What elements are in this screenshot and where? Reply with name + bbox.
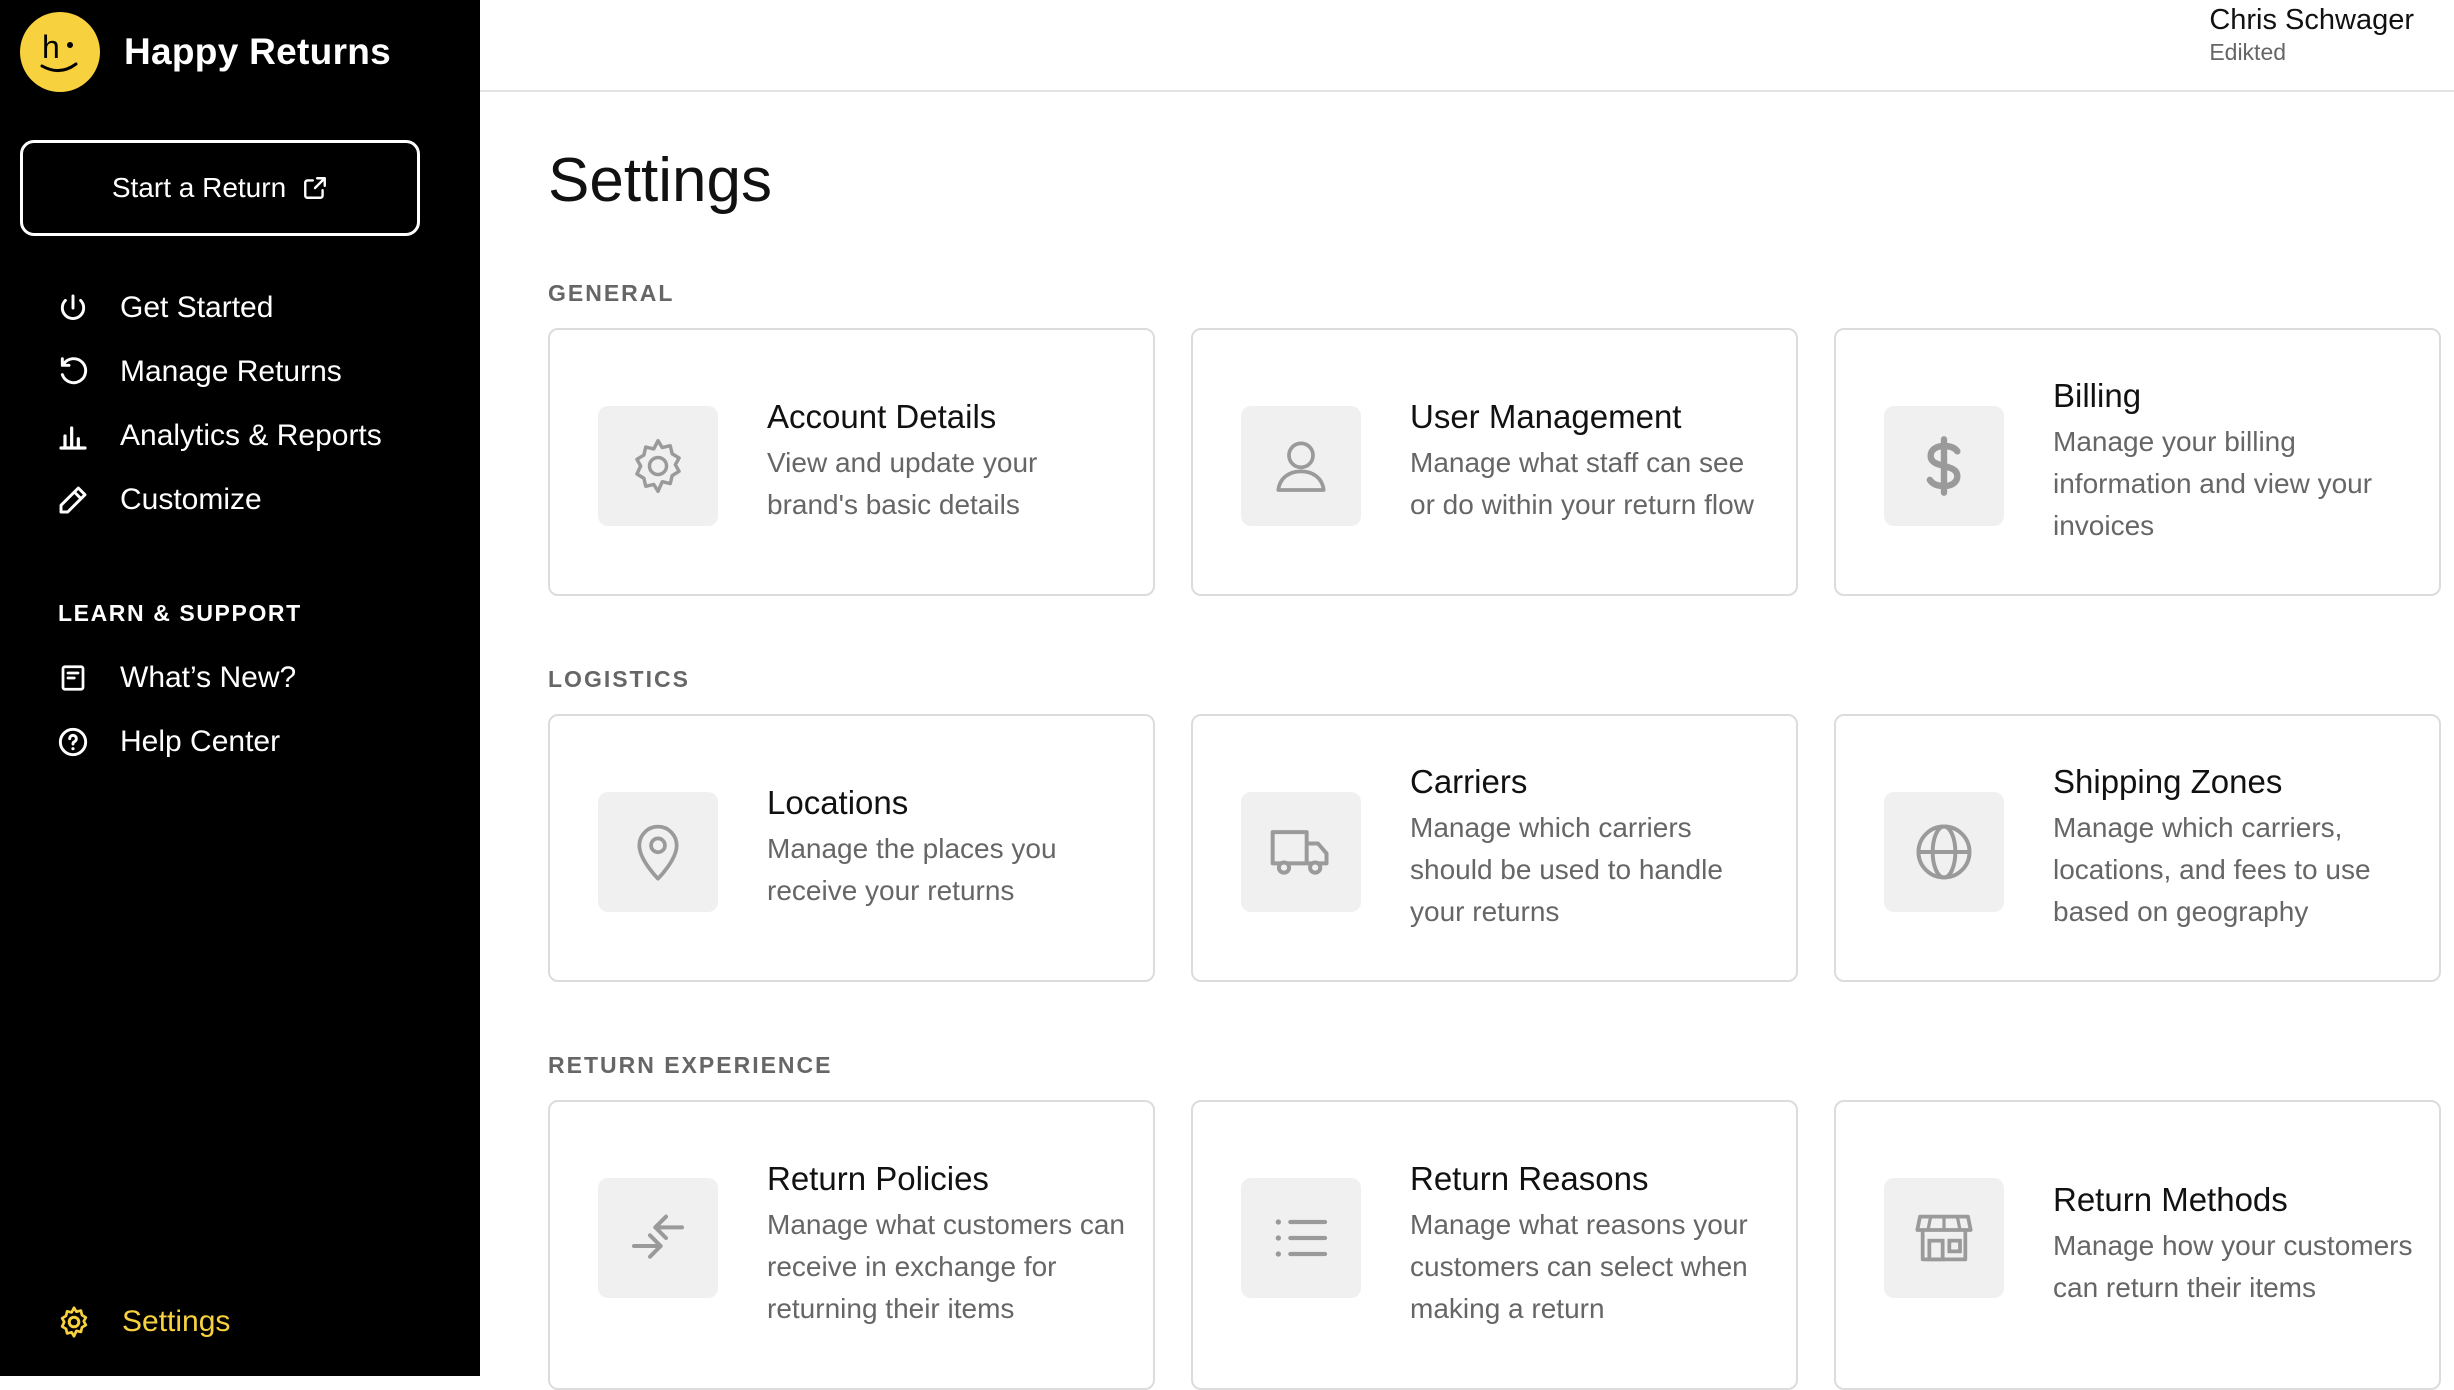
card-shipping-zones[interactable]: Shipping Zones Manage which carriers, lo…: [1834, 714, 2441, 982]
user-name: Chris Schwager: [2209, 4, 2414, 36]
card-description: Manage what reasons your customers can s…: [1410, 1209, 1748, 1324]
nav-item-get-started[interactable]: Get Started: [56, 276, 382, 340]
card-description: Manage your billing information and view…: [2053, 426, 2373, 541]
smiley-logo-icon: h: [40, 29, 78, 72]
card-description: Manage the places you receive your retur…: [767, 833, 1057, 906]
card-carriers[interactable]: Carriers Manage which carriers should be…: [1191, 714, 1798, 982]
card-text: Shipping Zones Manage which carriers, lo…: [2053, 716, 2419, 980]
sidebar: h Happy Returns Start a Return Get Start…: [0, 0, 480, 1376]
page-title: Settings: [548, 146, 773, 215]
truck-icon: [1241, 792, 1361, 912]
card-text: Billing Manage your billing information …: [2053, 330, 2419, 594]
nav-item-label: What’s New?: [120, 661, 297, 694]
card-title: User Management: [1410, 398, 1682, 435]
card-description: Manage what staff can see or do within y…: [1410, 447, 1754, 520]
card-title: Account Details: [767, 398, 997, 435]
card-description: Manage what customers can receive in exc…: [767, 1209, 1125, 1324]
nav-item-settings[interactable]: Settings: [56, 1304, 230, 1340]
section-title-general: GENERAL: [548, 280, 675, 306]
user-icon: [1241, 406, 1361, 526]
card-billing[interactable]: Billing Manage your billing information …: [1834, 328, 2441, 596]
top-bar: Chris Schwager Edikted: [480, 0, 2454, 92]
section-title-return-experience: RETURN EXPERIENCE: [548, 1052, 833, 1078]
card-text: Return Methods Manage how your customers…: [2053, 1102, 2419, 1388]
help-circle-icon: [56, 725, 90, 759]
card-text: Carriers Manage which carriers should be…: [1410, 716, 1776, 980]
nav-item-analytics-reports[interactable]: Analytics & Reports: [56, 404, 382, 468]
brand[interactable]: h Happy Returns: [20, 12, 391, 92]
card-return-methods[interactable]: Return Methods Manage how your customers…: [1834, 1100, 2441, 1390]
card-title: Shipping Zones: [2053, 763, 2283, 800]
card-text: Locations Manage the places you receive …: [767, 716, 1133, 980]
learn-support-heading: LEARN & SUPPORT: [58, 600, 302, 626]
nav-item-manage-returns[interactable]: Manage Returns: [56, 340, 382, 404]
svg-text:h: h: [42, 29, 60, 65]
card-text: Account Details View and update your bra…: [767, 330, 1133, 594]
nav-item-label: Get Started: [120, 291, 274, 324]
card-account-details[interactable]: Account Details View and update your bra…: [548, 328, 1155, 596]
card-title: Return Methods: [2053, 1181, 2288, 1218]
card-title: Locations: [767, 784, 909, 821]
map-pin-icon: [598, 792, 718, 912]
card-description: Manage which carriers should be used to …: [1410, 812, 1723, 927]
card-title: Return Policies: [767, 1160, 989, 1197]
start-return-label: Start a Return: [111, 172, 287, 203]
nav-item-customize[interactable]: Customize: [56, 468, 382, 532]
storefront-icon: [1884, 1178, 2004, 1298]
card-text: Return Reasons Manage what reasons your …: [1410, 1102, 1776, 1388]
card-return-policies[interactable]: Return Policies Manage what customers ca…: [548, 1100, 1155, 1390]
dollar-icon: [1884, 406, 2004, 526]
power-icon: [56, 291, 90, 325]
card-user-management[interactable]: User Management Manage what staff can se…: [1191, 328, 1798, 596]
card-title: Carriers: [1410, 763, 1528, 800]
card-title: Return Reasons: [1410, 1160, 1649, 1197]
nav-item-label: Analytics & Reports: [120, 419, 382, 452]
organization-name: Edikted: [2209, 39, 2287, 65]
list-icon: [1241, 1178, 1361, 1298]
nav-item-whats-new[interactable]: What’s New?: [56, 646, 296, 710]
card-title: Billing: [2053, 377, 2142, 414]
refresh-icon: [56, 355, 90, 389]
bar-chart-icon: [56, 419, 90, 453]
nav-item-label: Manage Returns: [120, 355, 342, 388]
card-description: Manage which carriers, locations, and fe…: [2053, 812, 2371, 927]
main-nav: Get Started Manage Returns Analytics & R…: [56, 276, 382, 532]
nav-item-label: Help Center: [120, 725, 281, 758]
card-description: View and update your brand's basic detai…: [767, 447, 1038, 520]
gear-icon: [56, 1304, 92, 1340]
learn-nav: What’s New? Help Center: [56, 646, 296, 774]
nav-item-label: Customize: [120, 483, 262, 516]
globe-icon: [1884, 792, 2004, 912]
document-icon: [56, 661, 90, 695]
logo: h: [20, 12, 100, 92]
pencil-icon: [56, 483, 90, 517]
card-locations[interactable]: Locations Manage the places you receive …: [548, 714, 1155, 982]
settings-label: Settings: [122, 1305, 231, 1338]
card-text: Return Policies Manage what customers ca…: [767, 1102, 1133, 1388]
card-text: User Management Manage what staff can se…: [1410, 330, 1776, 594]
card-description: Manage how your customers can return the…: [2053, 1230, 2413, 1303]
user-menu[interactable]: Chris Schwager Edikted: [2209, 4, 2414, 66]
external-link-icon: [304, 177, 327, 199]
nav-item-help-center[interactable]: Help Center: [56, 710, 296, 774]
exchange-arrows-icon: [598, 1178, 718, 1298]
brand-name: Happy Returns: [124, 31, 392, 72]
gear-icon: [598, 406, 718, 526]
card-return-reasons[interactable]: Return Reasons Manage what reasons your …: [1191, 1100, 1798, 1390]
start-return-button[interactable]: Start a Return: [20, 140, 420, 236]
section-title-logistics: LOGISTICS: [548, 666, 690, 692]
